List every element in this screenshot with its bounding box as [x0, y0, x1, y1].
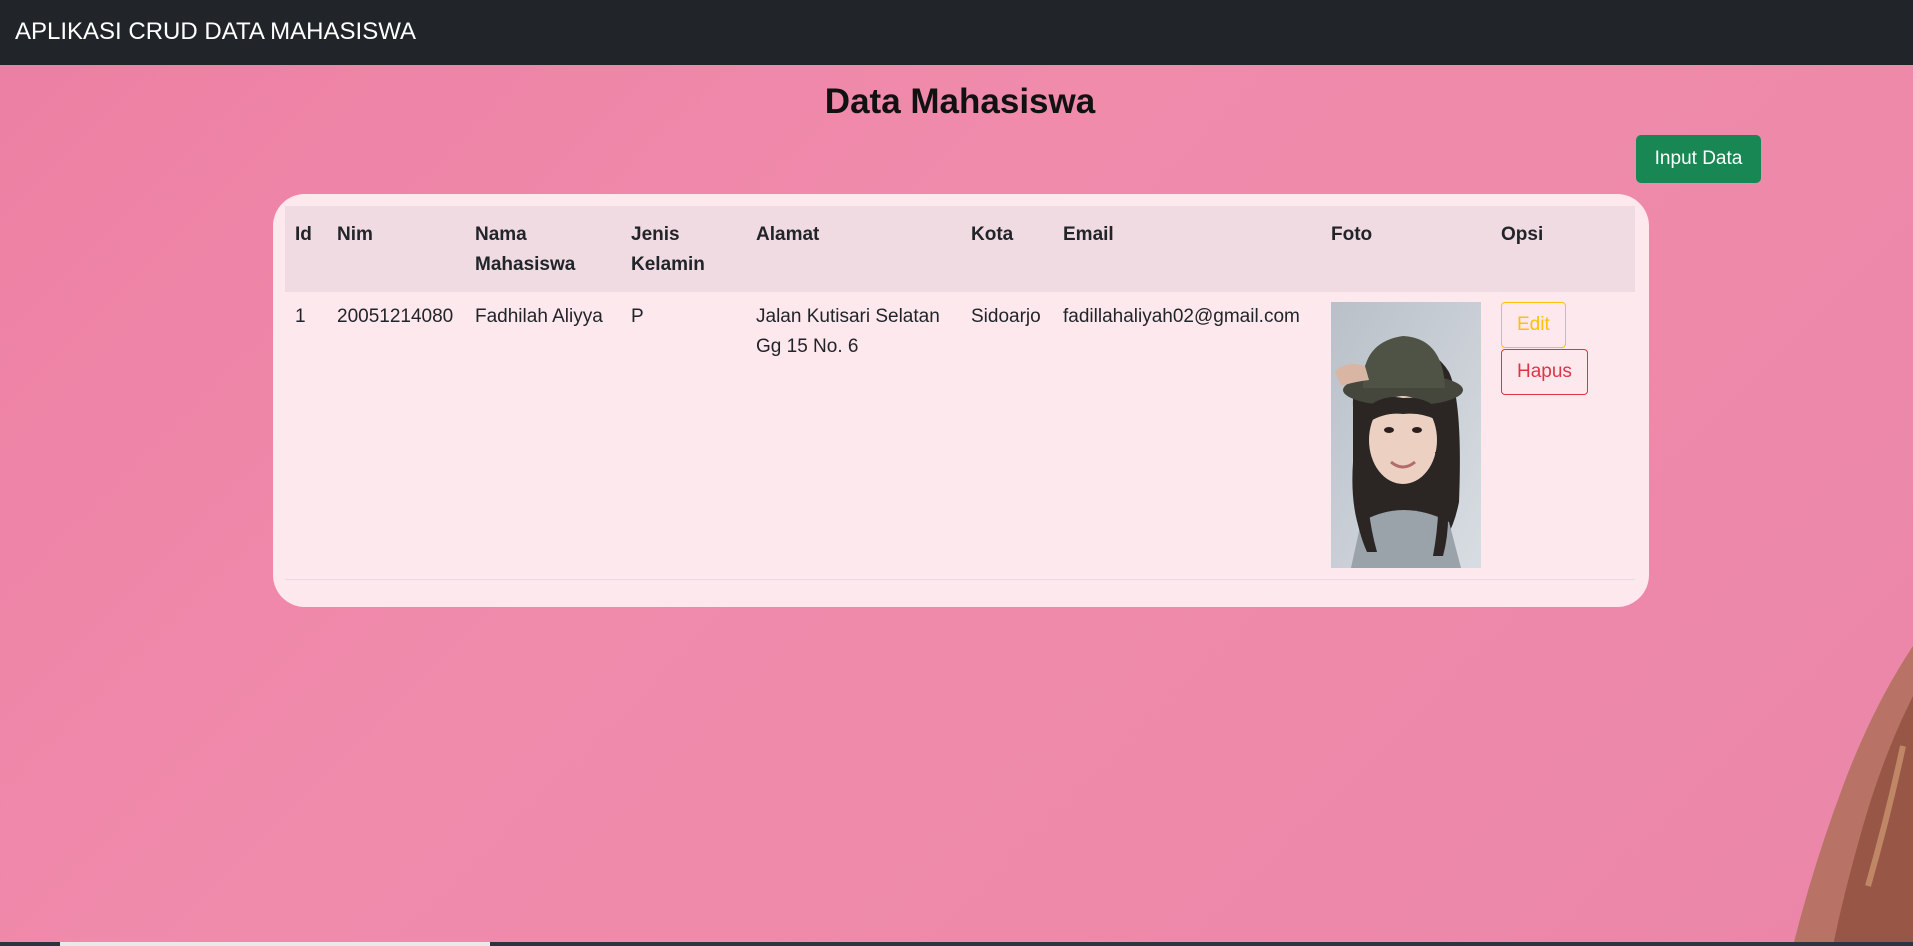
table-row: 1 20051214080 Fadhilah Aliyya P Jalan Ku… — [285, 292, 1635, 579]
input-data-button[interactable]: Input Data — [1636, 135, 1761, 183]
page-title: Data Mahasiswa — [824, 82, 1096, 121]
background-image-fragment — [1793, 646, 1913, 946]
header-alamat: Alamat — [756, 224, 820, 245]
edit-button[interactable]: Edit — [1501, 302, 1566, 348]
header-jenis-kelamin: Jenis Kelamin — [631, 224, 705, 275]
mahasiswa-table: Id Nim Nama Mahasiswa Jenis Kelamin Alam… — [285, 206, 1635, 580]
bottom-strip-highlight — [60, 942, 490, 946]
cell-opsi: Edit Hapus — [1491, 292, 1635, 579]
data-card: Id Nim Nama Mahasiswa Jenis Kelamin Alam… — [273, 194, 1649, 607]
header-opsi: Opsi — [1501, 224, 1544, 245]
cell-id: 1 — [295, 306, 306, 327]
student-photo — [1331, 302, 1481, 568]
header-id: Id — [295, 224, 312, 245]
cell-kota: Sidoarjo — [971, 306, 1041, 327]
cell-foto — [1321, 292, 1491, 579]
cell-email: fadillahaliyah02@gmail.com — [1063, 306, 1300, 327]
header-kota: Kota — [971, 224, 1014, 245]
app-title[interactable]: APLIKASI CRUD DATA MAHASISWA — [15, 18, 416, 45]
header-nim: Nim — [337, 224, 373, 245]
cell-nama: Fadhilah Aliyya — [475, 306, 603, 327]
header-foto: Foto — [1331, 224, 1373, 245]
cell-nim: 20051214080 — [337, 306, 454, 327]
table-header-row: Id Nim Nama Mahasiswa Jenis Kelamin Alam… — [285, 206, 1635, 292]
cell-jenis-kelamin: P — [631, 306, 644, 327]
navbar: APLIKASI CRUD DATA MAHASISWA — [0, 0, 1913, 65]
header-nama: Nama Mahasiswa — [475, 224, 576, 275]
cell-alamat: Jalan Kutisari Selatan Gg 15 No. 6 — [756, 306, 940, 357]
hapus-button[interactable]: Hapus — [1501, 349, 1588, 395]
header-email: Email — [1063, 224, 1114, 245]
